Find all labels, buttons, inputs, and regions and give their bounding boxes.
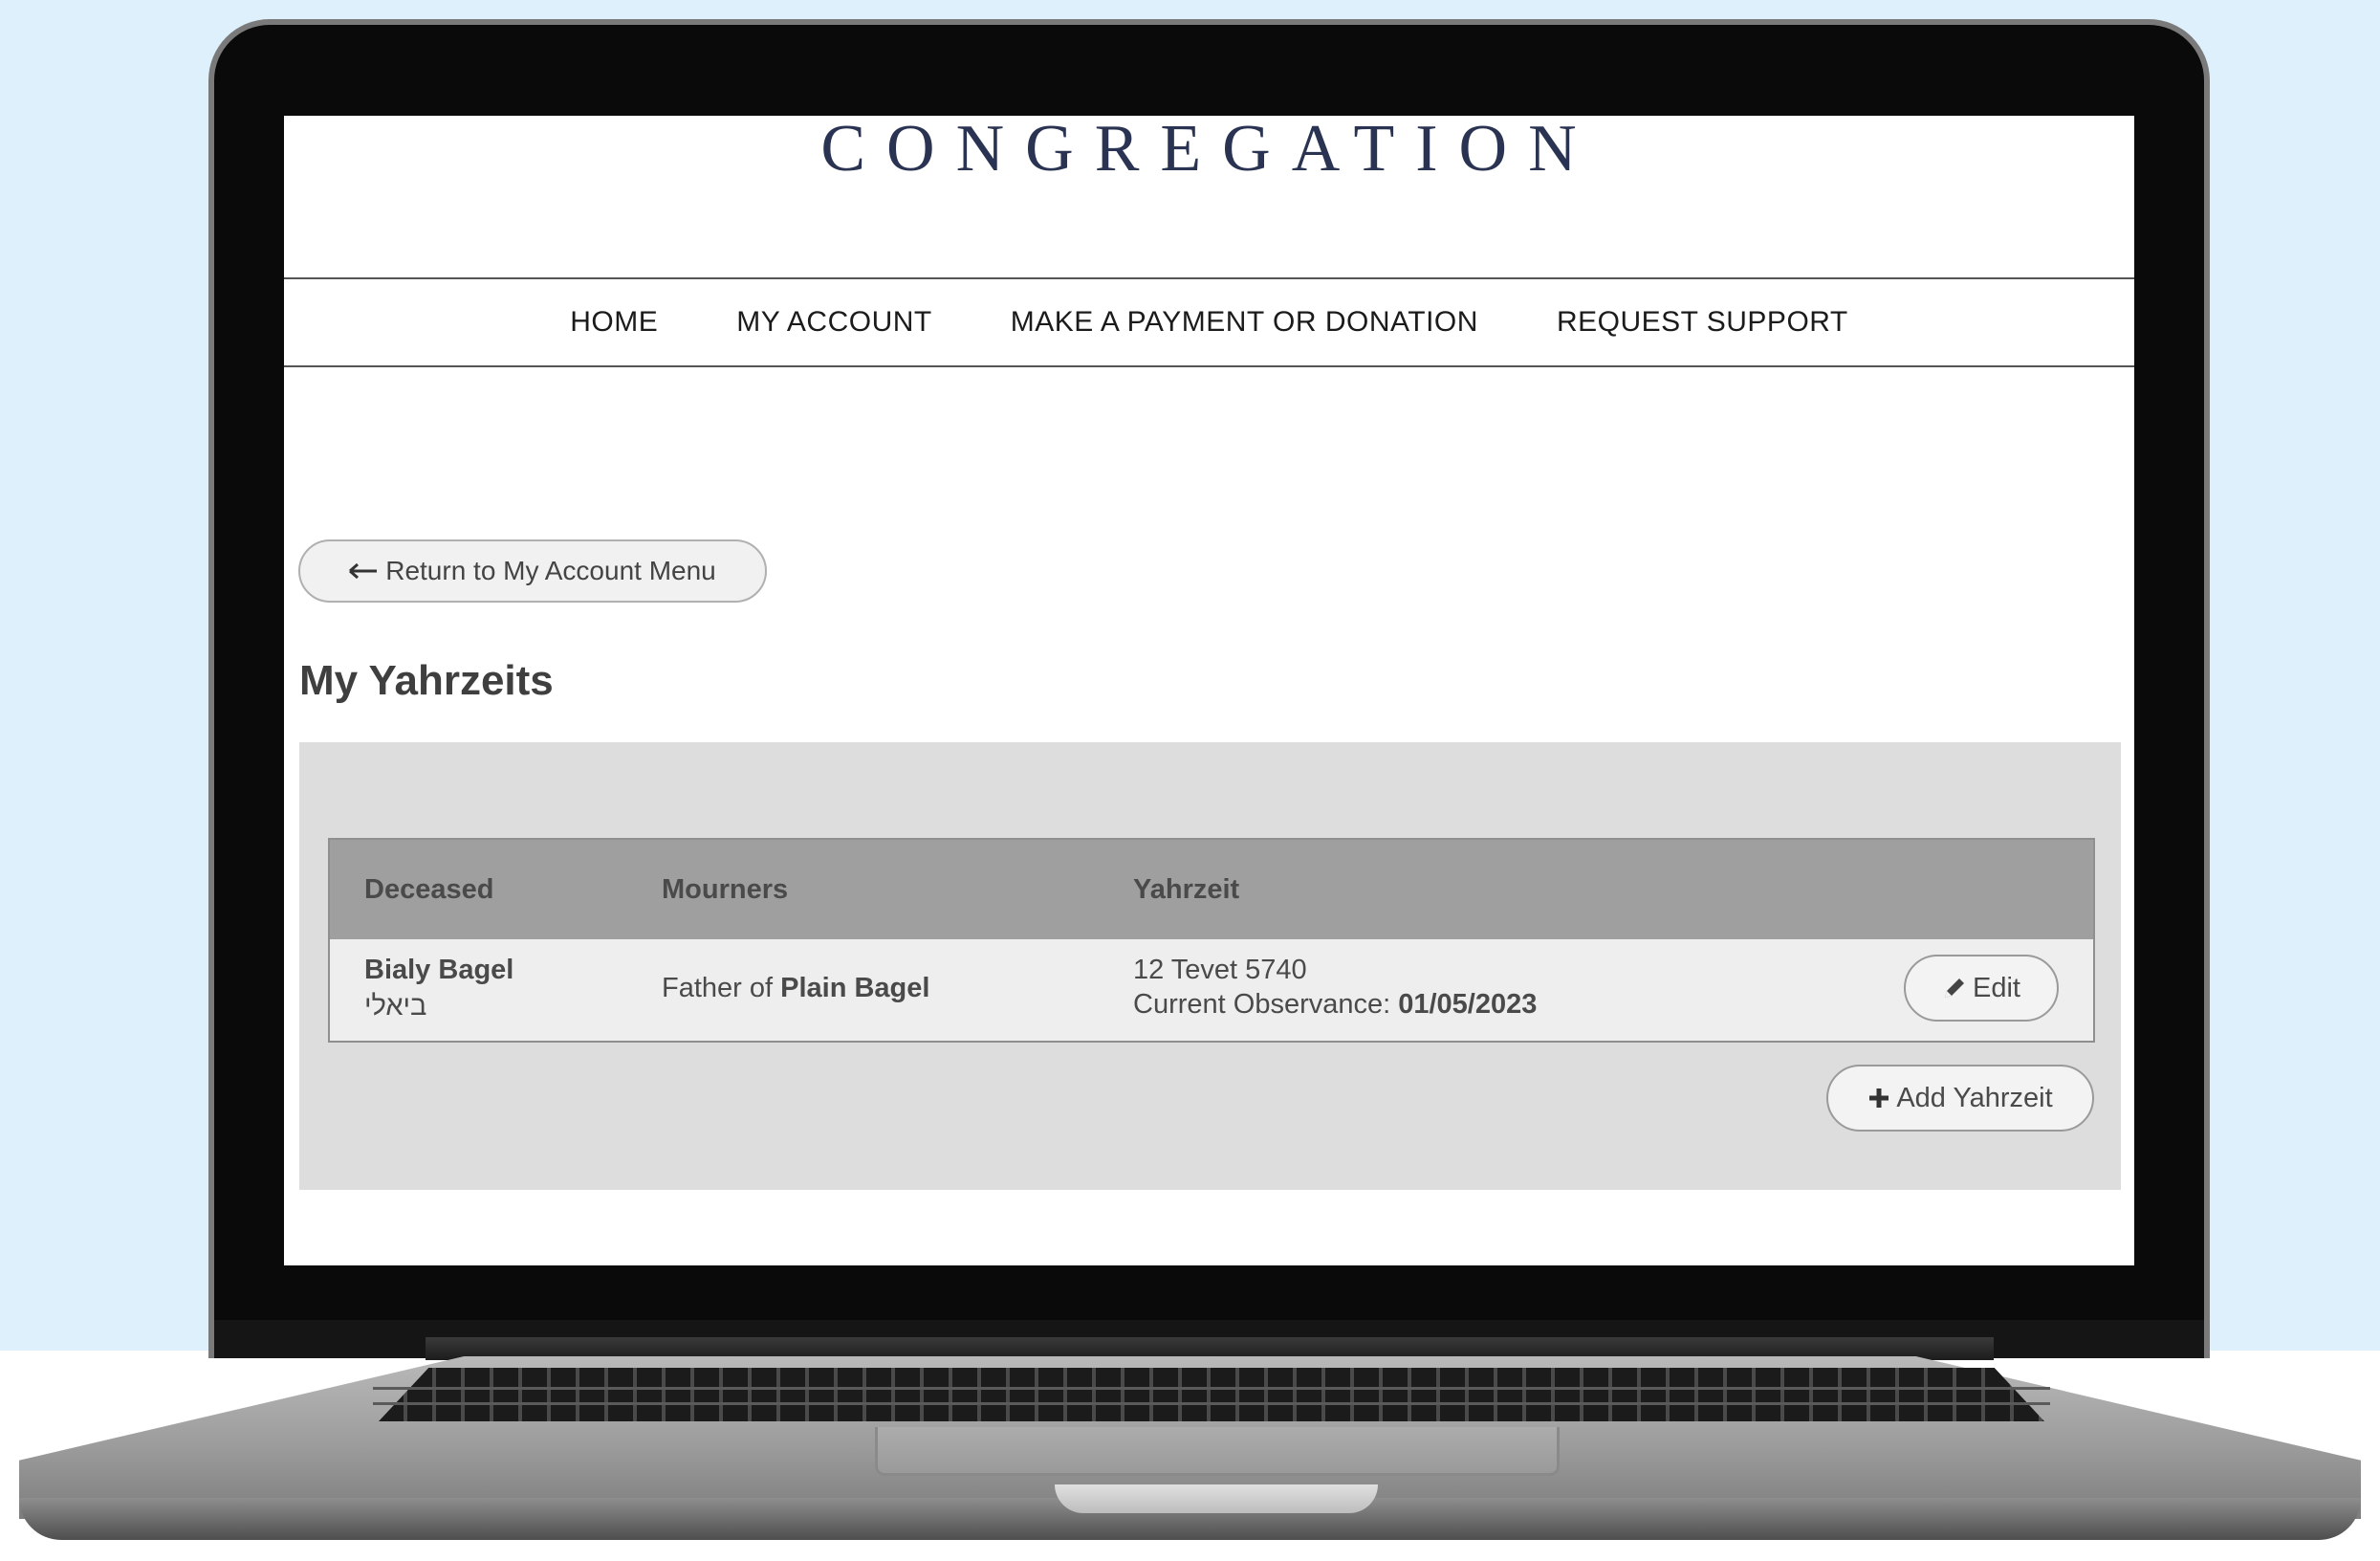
observance-label: Current Observance:: [1133, 989, 1391, 1020]
main-nav: HOME MY ACCOUNT MAKE A PAYMENT OR DONATI…: [284, 279, 2134, 367]
yahrzeits-panel: Deceased Mourners Yahrzeit Bialy Bagel ב…: [299, 742, 2121, 1190]
column-header-mourners: Mourners: [662, 874, 789, 905]
return-button-label: Return to My Account Menu: [385, 556, 716, 585]
site-logo[interactable]: CONGREGATION: [284, 116, 2134, 183]
nav-home[interactable]: HOME: [570, 306, 658, 339]
table-header: Deceased Mourners Yahrzeit: [330, 840, 2093, 939]
laptop-lid-notch: [1055, 1484, 1378, 1513]
pencil-icon: [1942, 976, 1967, 1000]
nav-make-payment[interactable]: MAKE A PAYMENT OR DONATION: [1011, 306, 1478, 339]
nav-request-support[interactable]: REQUEST SUPPORT: [1557, 306, 1848, 339]
laptop-trackpad: [875, 1427, 1560, 1476]
deceased-hebrew-name: ביאלי: [364, 991, 427, 1022]
laptop-keyboard: [379, 1368, 2044, 1421]
add-yahrzeit-button[interactable]: Add Yahrzeit: [1826, 1065, 2094, 1132]
arrow-left-icon: [349, 563, 378, 579]
keyboard-row-divider: [373, 1387, 2050, 1390]
page-title: My Yahrzeits: [299, 657, 554, 704]
mourner-relation: Father of: [662, 973, 774, 1003]
hebrew-date: 12 Tevet 5740: [1133, 955, 1307, 985]
keyboard-row-divider: [373, 1402, 2050, 1405]
browser-viewport: CONGREGATION HOME MY ACCOUNT MAKE A PAYM…: [284, 116, 2134, 1265]
observance-cell: Current Observance: 01/05/2023: [1133, 989, 1537, 1021]
table-row: Bialy Bagel ביאלי Father of Plain Bagel …: [330, 939, 2093, 1041]
deceased-name: Bialy Bagel: [364, 955, 514, 985]
observance-date: 01/05/2023: [1398, 989, 1538, 1020]
edit-button-label: Edit: [1973, 972, 2020, 1003]
nav-my-account[interactable]: MY ACCOUNT: [736, 306, 931, 339]
return-to-account-button[interactable]: Return to My Account Menu: [298, 539, 767, 603]
mourner-name: Plain Bagel: [780, 973, 930, 1003]
column-header-deceased: Deceased: [364, 874, 494, 905]
edit-button[interactable]: Edit: [1904, 955, 2059, 1022]
add-yahrzeit-label: Add Yahrzeit: [1896, 1082, 2053, 1113]
yahrzeits-table: Deceased Mourners Yahrzeit Bialy Bagel ב…: [328, 838, 2095, 1043]
site-header: CONGREGATION: [284, 116, 2134, 279]
column-header-yahrzeit: Yahrzeit: [1133, 874, 1240, 905]
mourner-cell: Father of Plain Bagel: [662, 973, 929, 1004]
plus-icon: [1867, 1087, 1890, 1110]
